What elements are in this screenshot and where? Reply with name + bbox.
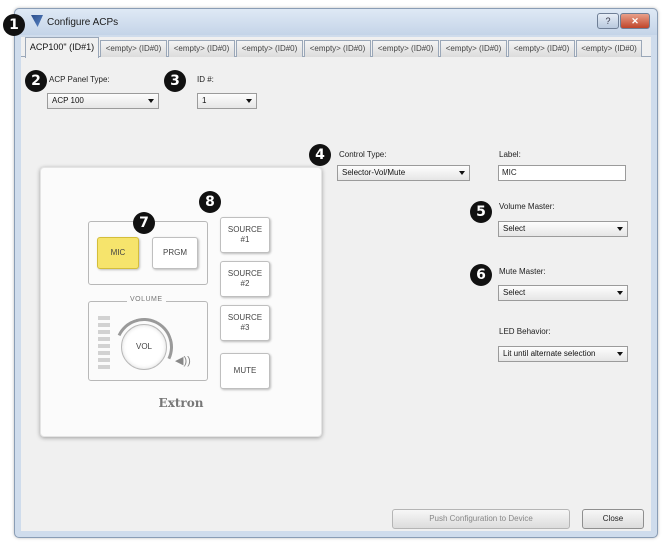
- title-bar[interactable]: Configure ACPs ? ✕: [15, 9, 657, 35]
- callout-3: 3: [164, 70, 186, 92]
- tab-empty-4[interactable]: <empty> (ID#0): [236, 40, 303, 57]
- volume-master-select[interactable]: Select: [498, 221, 628, 237]
- panel-type-value: ACP 100: [52, 96, 84, 105]
- volume-led: [98, 358, 110, 362]
- volume-led: [98, 323, 110, 327]
- tab-strip: ACP100" (ID#1) <empty> (ID#0) <empty> (I…: [21, 37, 651, 58]
- app-icon: [31, 15, 43, 27]
- led-behavior-select[interactable]: Lit until alternate selection: [498, 346, 628, 362]
- volume-led: [98, 330, 110, 334]
- window-title: Configure ACPs: [47, 17, 119, 28]
- callout-4: 4: [309, 144, 331, 166]
- id-select[interactable]: 1: [197, 93, 257, 109]
- control-type-value: Selector-Vol/Mute: [342, 168, 406, 177]
- chevron-down-icon: [246, 99, 252, 103]
- volume-group: VOLUME VOL ◀)): [88, 296, 208, 385]
- volume-led: [98, 344, 110, 348]
- prgm-button[interactable]: PRGM: [152, 237, 198, 269]
- led-behavior-value: Lit until alternate selection: [503, 349, 596, 358]
- mute-button[interactable]: MUTE: [220, 353, 270, 389]
- tab-empty-8[interactable]: <empty> (ID#0): [508, 40, 575, 57]
- tab-acp100-id1[interactable]: ACP100" (ID#1): [25, 37, 99, 58]
- chevron-down-icon: [459, 171, 465, 175]
- control-type-select[interactable]: Selector-Vol/Mute: [337, 165, 470, 181]
- control-type-label: Control Type:: [339, 150, 387, 159]
- close-window-button[interactable]: ✕: [620, 13, 650, 29]
- push-configuration-button[interactable]: Push Configuration to Device: [392, 509, 570, 529]
- chevron-down-icon: [617, 291, 623, 295]
- chevron-down-icon: [617, 227, 623, 231]
- label-field-label: Label:: [499, 150, 521, 159]
- mute-master-label: Mute Master:: [499, 267, 546, 276]
- acp-panel-preview: MIC PRGM SOURCE #1 SOURCE #2 SOURCE #3 M…: [40, 167, 322, 437]
- speaker-icon: ◀)): [175, 355, 191, 367]
- source-2-button[interactable]: SOURCE #2: [220, 261, 270, 297]
- tab-empty-7[interactable]: <empty> (ID#0): [440, 40, 507, 57]
- dialog-client-area: ACP100" (ID#1) <empty> (ID#0) <empty> (I…: [21, 37, 651, 531]
- volume-led: [98, 337, 110, 341]
- led-behavior-label: LED Behavior:: [499, 327, 551, 336]
- tab-empty-6[interactable]: <empty> (ID#0): [372, 40, 439, 57]
- volume-master-value: Select: [503, 224, 526, 233]
- volume-led: [98, 316, 110, 320]
- mute-master-value: Select: [503, 288, 526, 297]
- source-3-button[interactable]: SOURCE #3: [220, 305, 270, 341]
- volume-knob[interactable]: VOL: [121, 324, 167, 370]
- chevron-down-icon: [617, 352, 623, 356]
- callout-6: 6: [470, 264, 492, 286]
- volume-led: [98, 351, 110, 355]
- panel-type-select[interactable]: ACP 100: [47, 93, 159, 109]
- source-1-button[interactable]: SOURCE #1: [220, 217, 270, 253]
- callout-8: 8: [199, 191, 221, 213]
- help-button[interactable]: ?: [597, 13, 619, 29]
- configure-acps-window: Configure ACPs ? ✕ ACP100" (ID#1) <empty…: [14, 8, 658, 538]
- tab-empty-3[interactable]: <empty> (ID#0): [168, 40, 235, 57]
- extron-logo: Extron: [158, 396, 204, 410]
- volume-master-label: Volume Master:: [499, 202, 555, 211]
- callout-5: 5: [470, 201, 492, 223]
- chevron-down-icon: [148, 99, 154, 103]
- close-button[interactable]: Close: [582, 509, 644, 529]
- callout-2: 2: [25, 70, 47, 92]
- volume-led: [98, 365, 110, 369]
- id-value: 1: [202, 96, 207, 105]
- tab-empty-2[interactable]: <empty> (ID#0): [100, 40, 167, 57]
- callout-7: 7: [133, 212, 155, 234]
- panel-type-label: ACP Panel Type:: [49, 75, 110, 84]
- id-label: ID #:: [197, 75, 214, 84]
- callout-1: 1: [3, 14, 25, 36]
- tab-empty-9[interactable]: <empty> (ID#0): [576, 40, 642, 57]
- tab-empty-5[interactable]: <empty> (ID#0): [304, 40, 371, 57]
- label-input[interactable]: MIC: [498, 165, 626, 181]
- volume-title: VOLUME: [127, 296, 166, 303]
- mute-master-select[interactable]: Select: [498, 285, 628, 301]
- mic-button[interactable]: MIC: [97, 237, 139, 269]
